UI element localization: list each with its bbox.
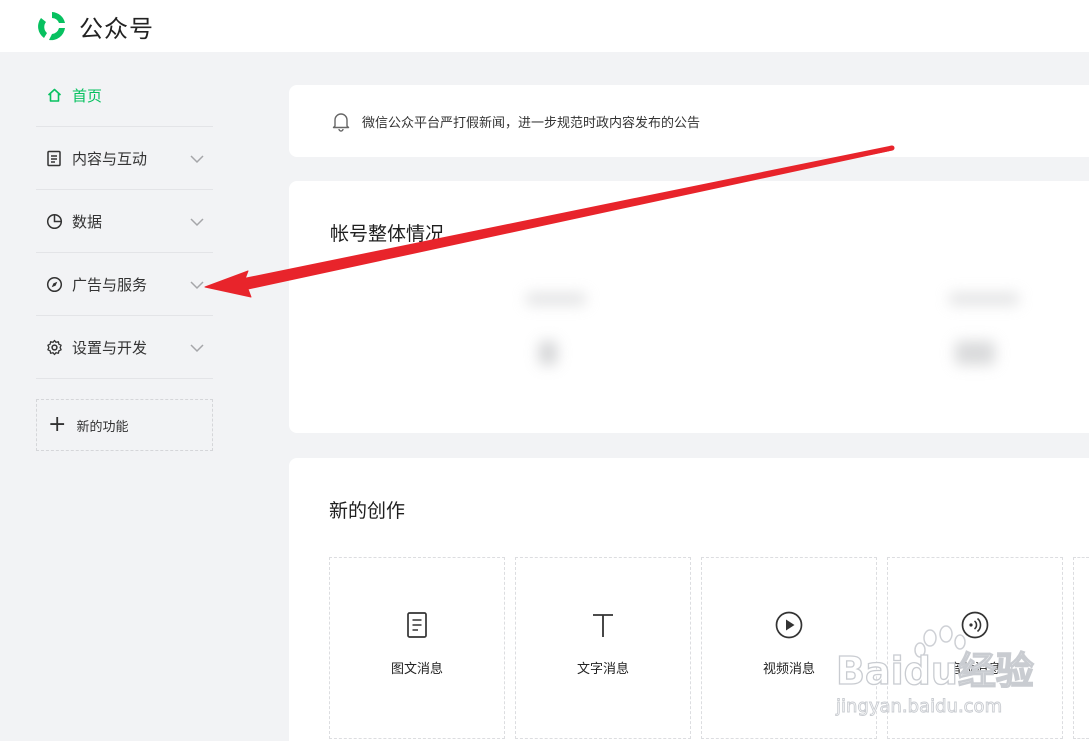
sidebar-item-label: 内容与互动 — [72, 149, 148, 168]
sidebar-item-label: 设置与开发 — [72, 338, 148, 357]
chevron-down-icon[interactable] — [189, 151, 205, 167]
sidebar-item-content[interactable]: 内容与互动 — [36, 127, 213, 190]
play-icon — [774, 610, 804, 640]
audio-icon — [960, 610, 990, 640]
sidebar-item-label: 数据 — [72, 212, 103, 231]
create-video-card[interactable]: 视频消息 — [701, 557, 877, 739]
new-feature-button[interactable]: + 新的功能 — [36, 399, 213, 451]
article-icon — [402, 610, 432, 640]
blurred-stat-value — [955, 341, 995, 365]
sidebar-item-data[interactable]: 数据 — [36, 190, 213, 253]
top-header: 公众号 — [0, 0, 1089, 52]
wechat-official-account-logo[interactable] — [35, 9, 69, 43]
brand-title: 公众号 — [79, 14, 154, 43]
plus-icon: + — [48, 412, 67, 437]
bell-icon — [332, 113, 350, 132]
pie-chart-icon — [45, 212, 63, 230]
new-feature-label: 新的功能 — [76, 419, 129, 435]
sidebar-item-label: 广告与服务 — [72, 275, 148, 294]
announcement-bar[interactable]: 微信公众平台严打假新闻，进一步规范时政内容发布的公告 — [289, 85, 1089, 157]
home-icon — [45, 86, 63, 104]
sidebar-item-home[interactable]: 首页 — [36, 64, 213, 127]
section-title: 帐号整体情况 — [330, 223, 445, 245]
compass-icon — [45, 275, 63, 293]
gear-icon — [45, 338, 63, 356]
create-audio-card[interactable]: 音频消息 — [887, 557, 1063, 739]
create-article-card[interactable]: 图文消息 — [329, 557, 505, 739]
chevron-down-icon[interactable] — [189, 277, 205, 293]
create-more-card[interactable] — [1073, 557, 1089, 739]
card-label: 视频消息 — [762, 662, 815, 677]
sidebar-nav: 首页 内容与互动 数据 广告与服务 设置与开发 + 新的功能 — [36, 64, 213, 451]
card-label: 文字消息 — [576, 662, 629, 677]
blurred-stat-label — [949, 293, 1019, 305]
chevron-down-icon[interactable] — [189, 340, 205, 356]
section-title: 新的创作 — [329, 500, 406, 522]
account-overview-panel: 帐号整体情况 — [289, 181, 1089, 433]
document-icon — [45, 149, 63, 167]
blurred-stat-value — [539, 341, 557, 365]
card-label: 图文消息 — [390, 662, 443, 677]
blurred-stat-label — [526, 293, 586, 305]
new-creation-panel: 新的创作 图文消息 文字消息 视频消息 音频消息 — [289, 458, 1089, 741]
text-icon — [588, 610, 618, 640]
chevron-down-icon[interactable] — [189, 214, 205, 230]
sidebar-item-settings-dev[interactable]: 设置与开发 — [36, 316, 213, 379]
announcement-text[interactable]: 微信公众平台严打假新闻，进一步规范时政内容发布的公告 — [362, 112, 700, 131]
create-text-card[interactable]: 文字消息 — [515, 557, 691, 739]
sidebar-item-ads-services[interactable]: 广告与服务 — [36, 253, 213, 316]
sidebar-item-label: 首页 — [72, 86, 103, 105]
card-label: 音频消息 — [948, 662, 1001, 677]
